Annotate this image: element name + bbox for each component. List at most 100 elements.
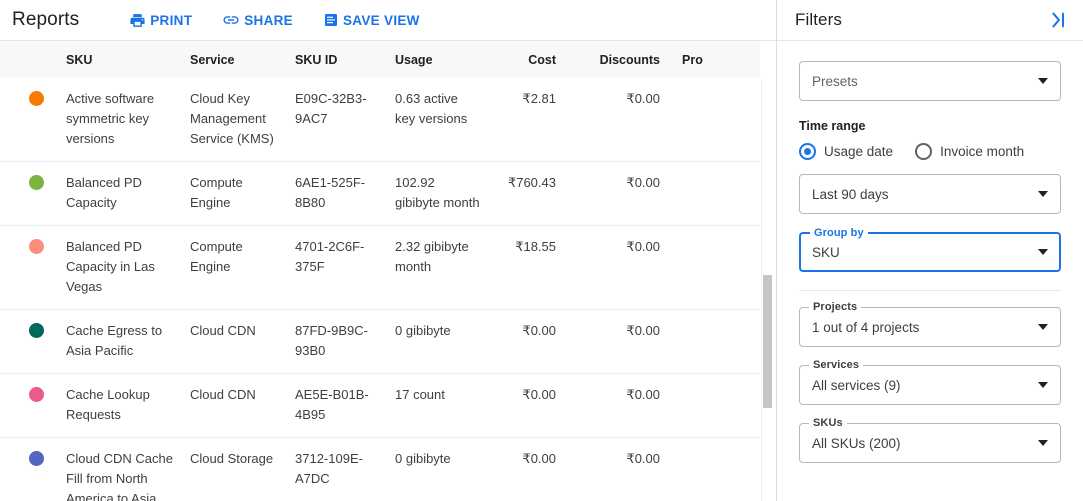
row-color-cell: [0, 225, 58, 310]
cell-cost: ₹0.00: [489, 437, 570, 501]
header-service[interactable]: Service: [182, 41, 287, 78]
table-row[interactable]: Balanced PD Capacity in Las Vegas Compute…: [0, 225, 760, 310]
cell-service: Cloud CDN: [182, 309, 287, 374]
cell-sku: Active software symmetric key versions: [58, 78, 182, 162]
table-row[interactable]: Cache Egress to Asia Pacific Cloud CDN 87F…: [0, 309, 760, 374]
cell-promotions: [674, 225, 760, 310]
collapse-right-icon[interactable]: [1047, 9, 1069, 31]
table-row[interactable]: Balanced PD Capacity Compute Engine 6AE1-5…: [0, 161, 760, 226]
series-color-dot: [29, 91, 44, 106]
reports-table: SKU Service SKU ID Usage Cost Discounts …: [0, 41, 760, 501]
series-color-dot: [29, 387, 44, 402]
cell-discounts: ₹0.00: [570, 309, 674, 374]
header-sku[interactable]: SKU: [58, 41, 182, 78]
cell-cost: ₹18.55: [489, 225, 570, 310]
filters-body: Presets Time range Usage date Invoice mo…: [777, 41, 1083, 463]
top-toolbar: Reports PRINT SHARE SAVE VIEW: [0, 0, 776, 41]
header-promotions[interactable]: Pro: [674, 41, 760, 78]
presets-select[interactable]: Presets: [799, 61, 1061, 101]
print-button[interactable]: PRINT: [129, 12, 192, 29]
projects-label: Projects: [809, 301, 862, 313]
cell-sku: Balanced PD Capacity: [58, 161, 182, 226]
radio-invoice-month-label: Invoice month: [940, 144, 1025, 159]
header-cost[interactable]: Cost: [489, 41, 570, 78]
cell-promotions: [674, 309, 760, 374]
cell-sku: Cloud CDN Cache Fill from North America …: [58, 437, 182, 501]
cell-discounts: ₹0.00: [570, 373, 674, 438]
table-body: Active software symmetric key versions Cl…: [0, 78, 760, 501]
cell-sku: Cache Egress to Asia Pacific: [58, 309, 182, 374]
cell-sku: Cache Lookup Requests: [58, 373, 182, 438]
series-color-dot: [29, 323, 44, 338]
toolbar-actions: PRINT SHARE SAVE VIEW: [129, 11, 419, 29]
table-head: SKU Service SKU ID Usage Cost Discounts …: [0, 41, 760, 78]
link-icon: [222, 11, 240, 29]
series-color-dot: [29, 175, 44, 190]
cell-service: Cloud CDN: [182, 373, 287, 438]
cell-usage: 2.32 gibibyte month: [387, 225, 489, 310]
cell-usage: 0 gibibyte: [387, 309, 489, 374]
share-label: SHARE: [244, 12, 293, 28]
cell-sku: Balanced PD Capacity in Las Vegas: [58, 225, 182, 310]
skus-label: SKUs: [809, 417, 847, 429]
skus-value: All SKUs (200): [812, 435, 901, 451]
radio-icon: [799, 143, 816, 160]
cell-usage: 0 gibibyte: [387, 437, 489, 501]
cell-service: Compute Engine: [182, 161, 287, 226]
row-color-cell: [0, 373, 58, 438]
cell-service: Cloud Key Management Service (KMS): [182, 78, 287, 162]
row-color-cell: [0, 161, 58, 226]
cell-discounts: ₹0.00: [570, 437, 674, 501]
save-view-button[interactable]: SAVE VIEW: [323, 12, 420, 28]
chevron-down-icon: [1038, 78, 1048, 84]
cell-cost: ₹2.81: [489, 78, 570, 162]
services-value: All services (9): [812, 377, 901, 393]
cell-discounts: ₹0.00: [570, 225, 674, 310]
cell-promotions: [674, 78, 760, 162]
share-button[interactable]: SHARE: [222, 11, 293, 29]
reports-table-container: SKU Service SKU ID Usage Cost Discounts …: [0, 41, 776, 501]
table-row[interactable]: Active software symmetric key versions Cl…: [0, 78, 760, 162]
cell-cost: ₹0.00: [489, 309, 570, 374]
print-label: PRINT: [150, 12, 193, 28]
projects-select[interactable]: Projects 1 out of 4 projects: [799, 301, 1061, 347]
save-view-icon: [323, 12, 339, 28]
time-range-radio-group: Usage date Invoice month: [799, 143, 1061, 160]
cell-sku-id: 4701-2C6F-375F: [287, 225, 387, 310]
skus-select[interactable]: SKUs All SKUs (200): [799, 417, 1061, 463]
header-usage[interactable]: Usage: [387, 41, 489, 78]
row-color-cell: [0, 78, 58, 162]
cell-usage: 17 count: [387, 373, 489, 438]
chevron-down-icon: [1038, 440, 1048, 446]
projects-value: 1 out of 4 projects: [812, 319, 920, 335]
filters-panel: Filters Presets Time range Usage date In…: [777, 0, 1083, 501]
services-label: Services: [809, 359, 864, 371]
scrollbar-thumb[interactable]: [763, 275, 772, 408]
row-color-cell: [0, 437, 58, 501]
cell-sku-id: E09C-32B3-9AC7: [287, 78, 387, 162]
radio-usage-date[interactable]: Usage date: [799, 143, 893, 160]
group-by-select[interactable]: Group by SKU: [799, 227, 1061, 272]
cell-cost: ₹760.43: [489, 161, 570, 226]
cell-sku-id: 3712-109E-A7DC: [287, 437, 387, 501]
table-row[interactable]: Cache Lookup Requests Cloud CDN AE5E-B01B-…: [0, 373, 760, 438]
radio-icon: [915, 143, 933, 160]
header-sku-id[interactable]: SKU ID: [287, 41, 387, 78]
table-vertical-scrollbar[interactable]: [761, 78, 775, 501]
save-view-label: SAVE VIEW: [343, 12, 420, 28]
header-color: [0, 41, 58, 78]
cell-sku-id: AE5E-B01B-4B95: [287, 373, 387, 438]
table-row[interactable]: Cloud CDN Cache Fill from North America …: [0, 437, 760, 501]
header-discounts[interactable]: Discounts: [570, 41, 674, 78]
row-color-cell: [0, 309, 58, 374]
time-range-select[interactable]: Last 90 days: [799, 174, 1061, 214]
radio-usage-date-label: Usage date: [824, 144, 894, 159]
print-icon: [129, 12, 146, 29]
cell-service: Cloud Storage: [182, 437, 287, 501]
cell-usage: 0.63 active key versions: [387, 78, 489, 162]
time-range-value: Last 90 days: [812, 186, 889, 202]
radio-invoice-month[interactable]: Invoice month: [915, 143, 1024, 160]
filters-title: Filters: [795, 10, 842, 29]
cell-sku-id: 6AE1-525F-8B80: [287, 161, 387, 226]
services-select[interactable]: Services All services (9): [799, 359, 1061, 405]
